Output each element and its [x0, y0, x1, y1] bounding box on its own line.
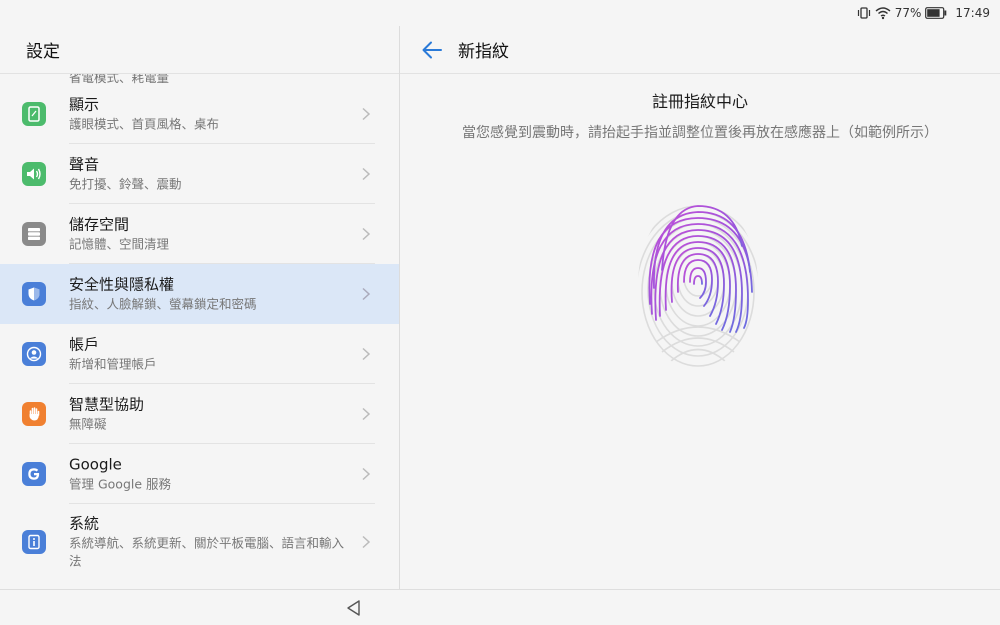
list-item-sub: 無障礙	[69, 416, 107, 432]
list-item-display[interactable]: 顯示 護眼模式、首頁風格、桌布	[0, 84, 399, 144]
list-item-title: 顯示	[69, 95, 100, 114]
account-icon	[22, 342, 46, 366]
enroll-title: 註冊指紋中心	[651, 92, 748, 111]
chevron-right-icon	[362, 535, 371, 549]
list-item-security[interactable]: 安全性與隱私權 指紋、人臉解鎖、螢幕鎖定和密碼	[0, 264, 399, 324]
list-item-sub: 免打擾、鈴聲、震動	[69, 176, 182, 192]
list-item-sub: 護眼模式、首頁風格、桌布	[69, 116, 220, 132]
sound-icon	[22, 162, 46, 186]
list-item-title: 儲存空間	[69, 215, 130, 234]
list-item-sub: 指紋、人臉解鎖、螢幕鎖定和密碼	[69, 296, 257, 312]
list-item-title: 智慧型協助	[69, 395, 145, 414]
back-button[interactable]	[420, 38, 444, 62]
battery-percent: 77%	[894, 6, 922, 20]
chevron-right-icon	[362, 167, 371, 181]
list-item-title: 聲音	[69, 155, 100, 174]
list-item-sub: 省電模式、耗電量	[69, 74, 170, 84]
list-item-title: 帳戶	[69, 335, 100, 354]
list-item-sub: 新增和管理帳戶	[69, 356, 157, 372]
list-item-sub: 系統導航、系統更新、關於平板電腦、語言和輸入法	[69, 535, 345, 569]
list-item-title: 系統	[69, 514, 100, 533]
vibrate-icon	[857, 6, 871, 20]
enroll-instructions: 當您感覺到震動時，請抬起手指並調整位置後再放在感應器上（如範例所示）	[462, 125, 938, 141]
google-icon	[22, 462, 46, 486]
chevron-right-icon	[362, 287, 371, 301]
battery-icon	[925, 7, 947, 19]
display-icon	[22, 102, 46, 126]
status-bar: 77% 17:49	[0, 0, 1000, 26]
list-item-smart-assistance[interactable]: 智慧型協助 無障礙	[0, 384, 399, 444]
new-fingerprint-panel: 新指紋 註冊指紋中心 當您感覺到震動時，請抬起手指並調整位置後再放在感應器上（如…	[400, 26, 1000, 589]
page-title: 新指紋	[458, 42, 509, 62]
clock: 17:49	[955, 6, 990, 20]
chevron-right-icon	[362, 227, 371, 241]
list-item-sub: 管理 Google 服務	[69, 476, 172, 492]
chevron-right-icon	[362, 347, 371, 361]
settings-list[interactable]: 省電模式、耗電量 顯示 護眼模式、首頁風格、桌布 聲音 免打擾、鈴聲、震動 儲存…	[0, 74, 399, 589]
fingerprint-illustration	[638, 205, 758, 370]
chevron-right-icon	[362, 467, 371, 481]
list-item-storage[interactable]: 儲存空間 記憶體、空間清理	[0, 204, 399, 264]
info-icon	[22, 530, 46, 554]
settings-title: 設定	[0, 26, 399, 74]
list-item-google[interactable]: Google 管理 Google 服務	[0, 444, 399, 504]
arrow-left-icon	[422, 41, 442, 58]
navigation-bar	[0, 589, 1000, 625]
storage-icon	[22, 222, 46, 246]
settings-panel: 設定 省電模式、耗電量 顯示 護眼模式、首頁風格、桌布 聲音 免打擾、鈴聲、震動	[0, 26, 399, 589]
list-item-system[interactable]: 系統 系統導航、系統更新、關於平板電腦、語言和輸入法	[0, 504, 399, 580]
list-item-title: Google	[69, 455, 122, 474]
nav-back-icon[interactable]	[345, 599, 363, 617]
list-item-title: 安全性與隱私權	[69, 275, 175, 294]
list-item-battery-partial[interactable]: 省電模式、耗電量	[0, 74, 399, 84]
hand-icon	[22, 402, 46, 426]
list-item-accounts[interactable]: 帳戶 新增和管理帳戶	[0, 324, 399, 384]
list-item-sub: 記憶體、空間清理	[69, 236, 170, 252]
shield-icon	[22, 282, 46, 306]
chevron-right-icon	[362, 107, 371, 121]
detail-header: 新指紋	[400, 26, 1000, 74]
list-item-sound[interactable]: 聲音 免打擾、鈴聲、震動	[0, 144, 399, 204]
wifi-icon	[875, 6, 891, 20]
chevron-right-icon	[362, 407, 371, 421]
